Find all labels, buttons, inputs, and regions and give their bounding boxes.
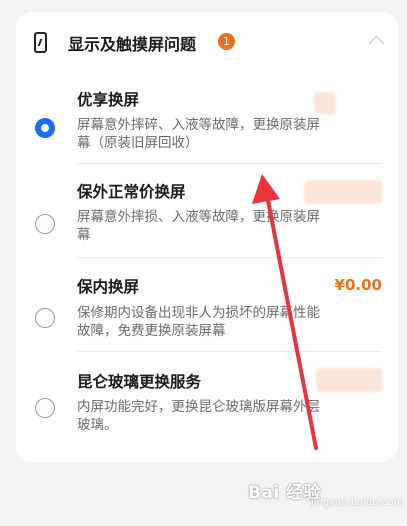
watermark-domain: jingyan.baidu.com [311, 497, 404, 508]
annotation-arrow-line [264, 188, 318, 450]
annotation-arrow-head [252, 174, 280, 204]
annotation-arrow [252, 174, 318, 450]
